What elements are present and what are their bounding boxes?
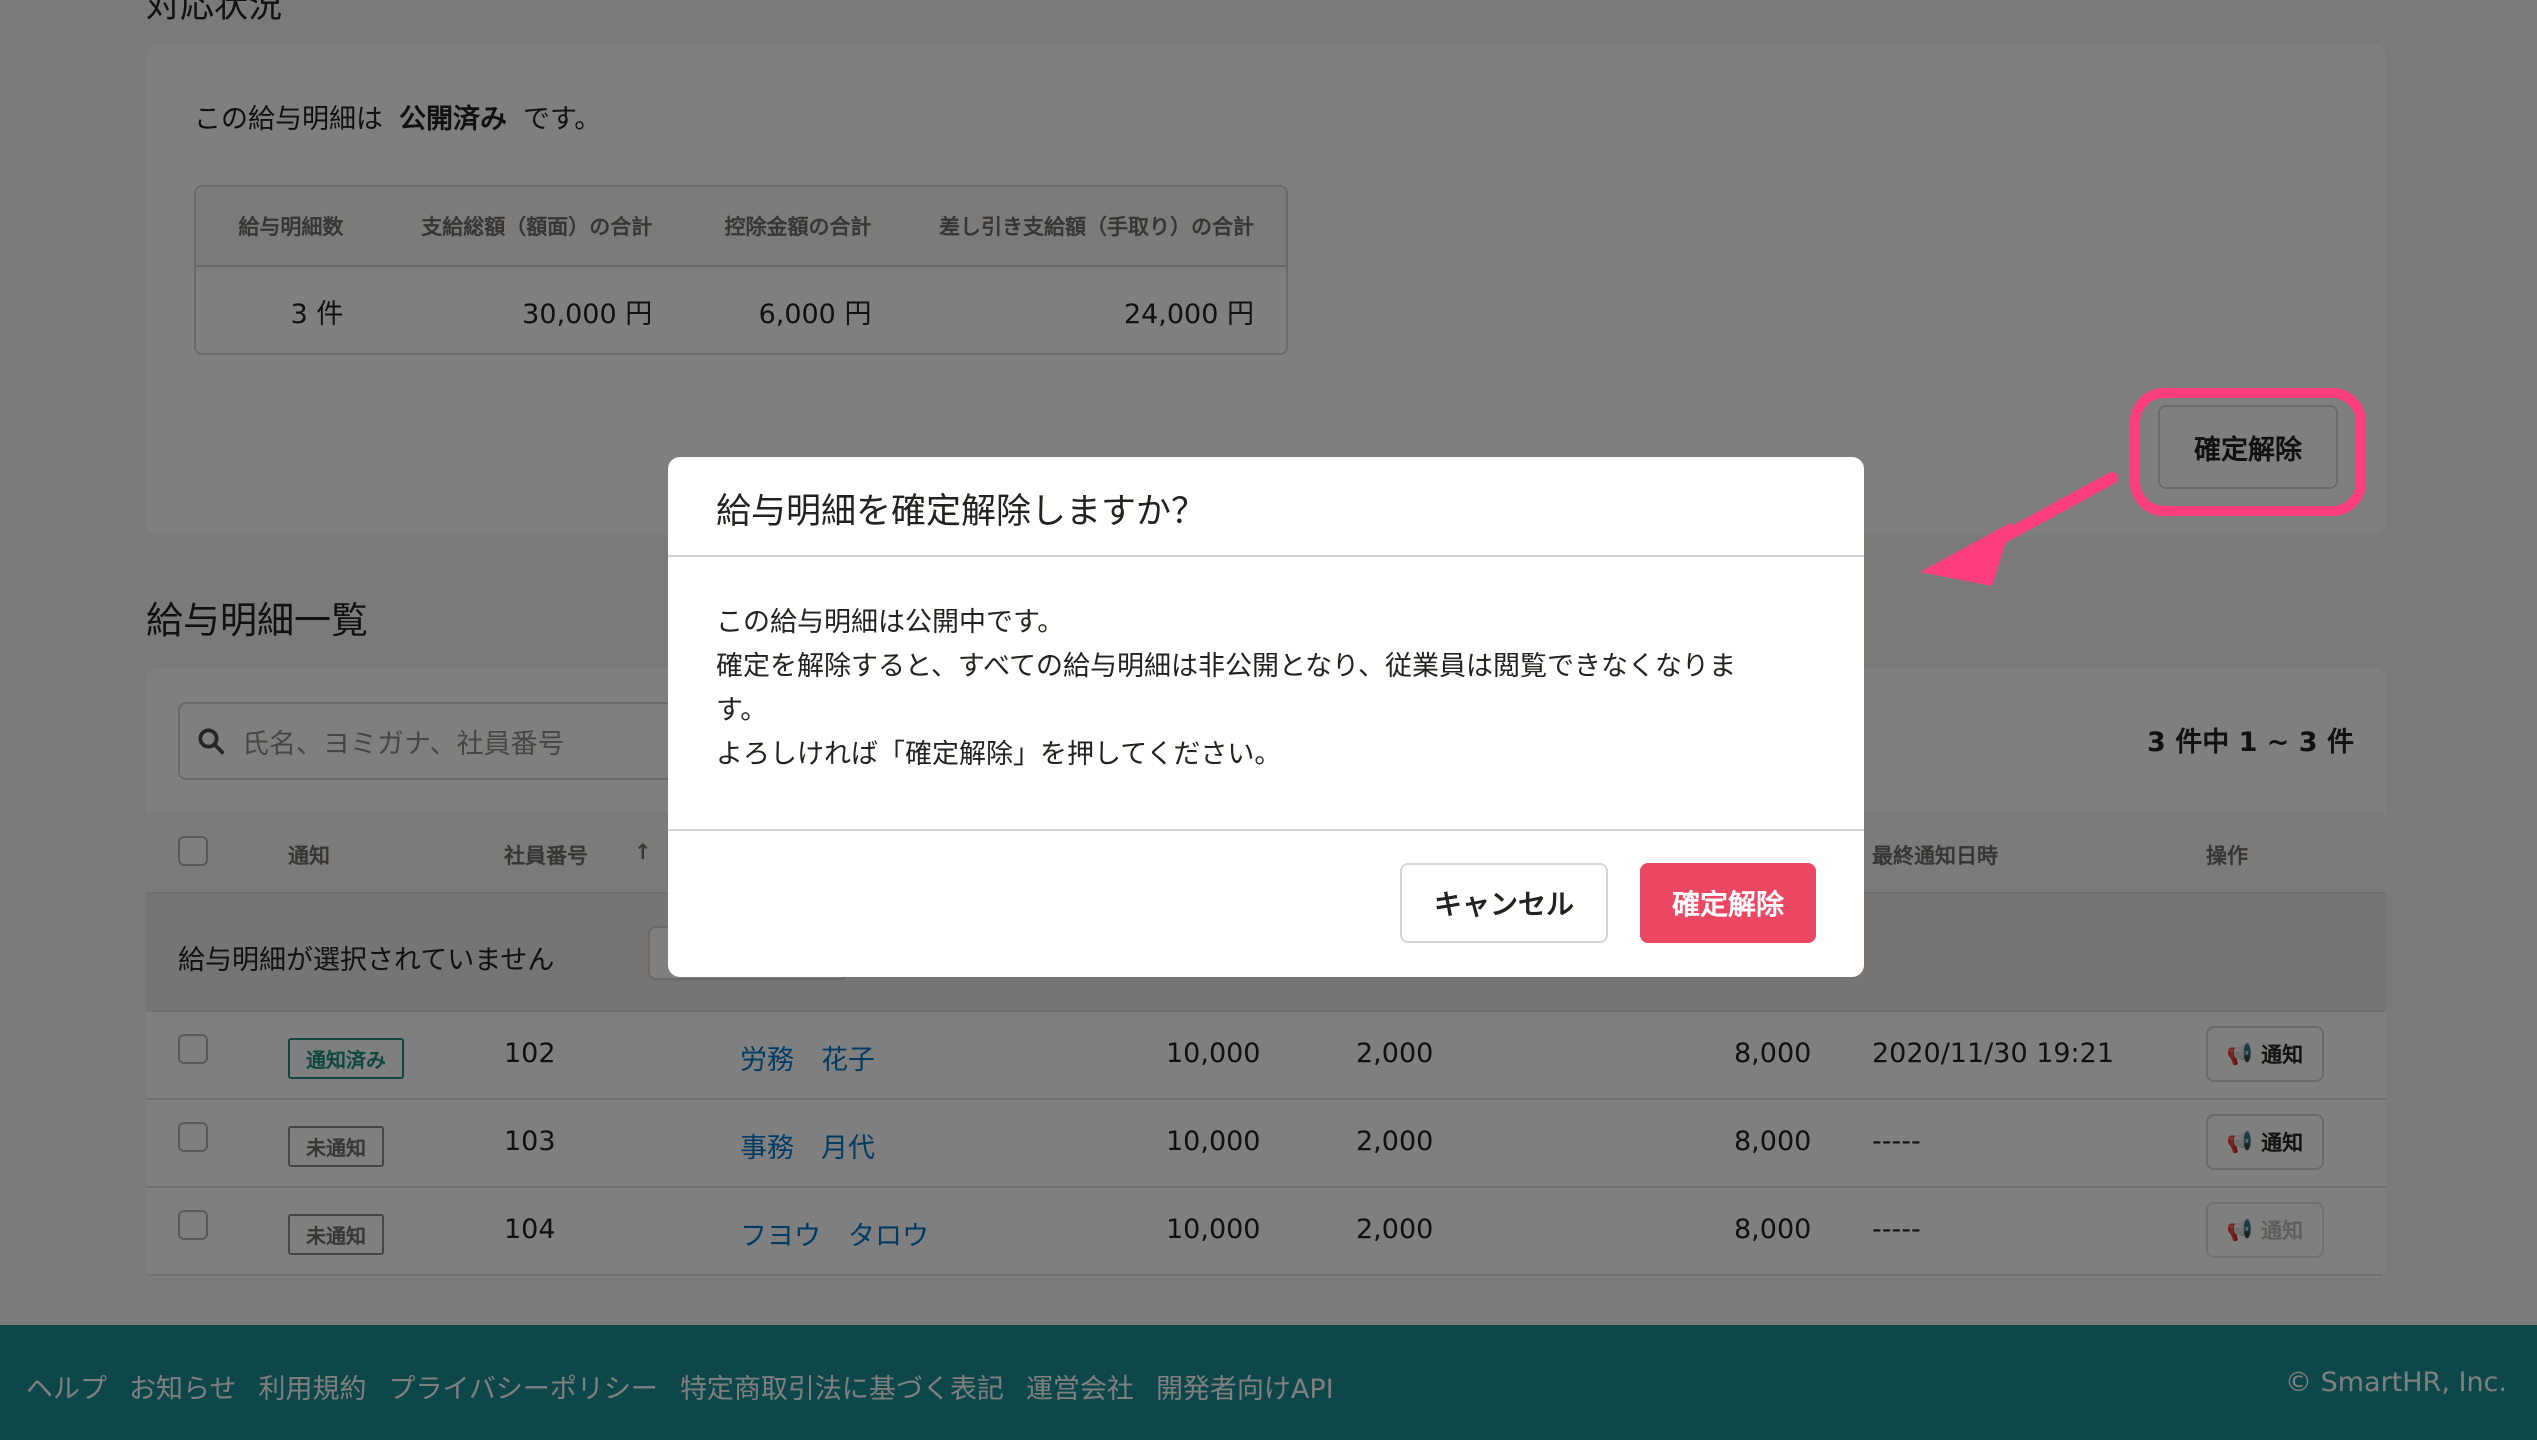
- dialog-footer: キャンセル 確定解除: [668, 831, 1864, 977]
- dialog-body-line: よろしければ「確定解除」を押してください。: [716, 739, 1282, 770]
- cancel-button[interactable]: キャンセル: [1400, 863, 1608, 943]
- annotation-arrow-icon: [1920, 472, 2118, 586]
- dialog-body-line: 確定を解除すると、すべての給与明細は非公開となり、従業員は閲覧できなくなりま: [716, 651, 1737, 682]
- dialog-title: 給与明細を確定解除しますか？: [668, 457, 1864, 557]
- confirm-dialog: 給与明細を確定解除しますか？ この給与明細は公開中です。 確定を解除すると、すべ…: [668, 457, 1864, 977]
- dialog-body-line: す。: [716, 695, 768, 726]
- confirm-unpublish-button[interactable]: 確定解除: [1640, 863, 1816, 943]
- dialog-body-line: この給与明細は公開中です。: [716, 607, 1065, 638]
- dialog-body: この給与明細は公開中です。 確定を解除すると、すべての給与明細は非公開となり、従…: [668, 557, 1864, 831]
